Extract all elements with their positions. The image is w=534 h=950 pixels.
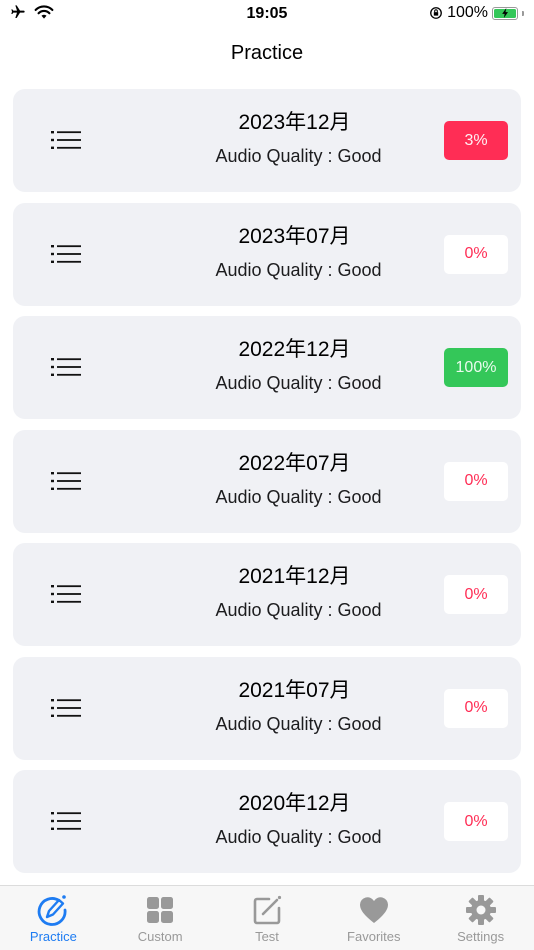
progress-badge: 0% (444, 234, 508, 274)
tab-test[interactable]: Test (214, 886, 321, 950)
progress-badge: 3% (444, 121, 508, 160)
tab-label: Custom (137, 929, 183, 944)
tab-settings[interactable]: Settings (427, 886, 534, 950)
progress-badge: 0% (444, 461, 508, 501)
list-item[interactable]: 2021年07月 Audio Quality : Good 0% (13, 656, 521, 760)
list-item[interactable]: 2021年12月 Audio Quality : Good 0% (13, 543, 521, 646)
progress-badge: 0% (444, 575, 508, 614)
battery-cap (522, 10, 524, 16)
tab-label: Test (255, 929, 279, 944)
list-item[interactable]: 2023年07月 Audio Quality : Good 0% (13, 202, 521, 306)
orientation-lock-icon (430, 7, 442, 19)
tab-label: Favorites (347, 929, 401, 944)
list-item[interactable]: 2022年12月 Audio Quality : Good 100% (13, 316, 521, 419)
tab-label: Settings (457, 929, 505, 944)
battery-charging-icon (492, 6, 518, 20)
list-item[interactable]: 2020年12月 Audio Quality : Good 0% (13, 770, 521, 873)
tab-practice[interactable]: Practice (0, 886, 107, 950)
progress-badge: 100% (444, 348, 508, 387)
status-bar: 19:05 100% (0, 0, 534, 28)
heart-icon (359, 897, 388, 923)
edit-square-icon (253, 895, 282, 925)
progress-badge: 0% (444, 688, 508, 728)
tab-label: Practice (29, 929, 77, 944)
status-right: 100% (429, 4, 524, 22)
tab-bar: Practice Custom Test Favorites Settings (0, 885, 534, 950)
battery-percent: 100% (447, 4, 488, 21)
tab-favorites[interactable]: Favorites (320, 886, 427, 950)
practice-list: 2023年12月 Audio Quality : Good 3% 2023年07… (13, 89, 521, 884)
page-title: Practice (230, 42, 304, 64)
grid-icon (147, 897, 174, 923)
list-item[interactable]: 2023年12月 Audio Quality : Good 3% (13, 89, 521, 192)
progress-badge: 0% (444, 802, 508, 841)
gear-icon (465, 895, 496, 925)
practice-pen-circle-icon (38, 895, 67, 926)
list-item[interactable]: 2022年07月 Audio Quality : Good 0% (13, 429, 521, 533)
tab-custom[interactable]: Custom (107, 886, 214, 950)
